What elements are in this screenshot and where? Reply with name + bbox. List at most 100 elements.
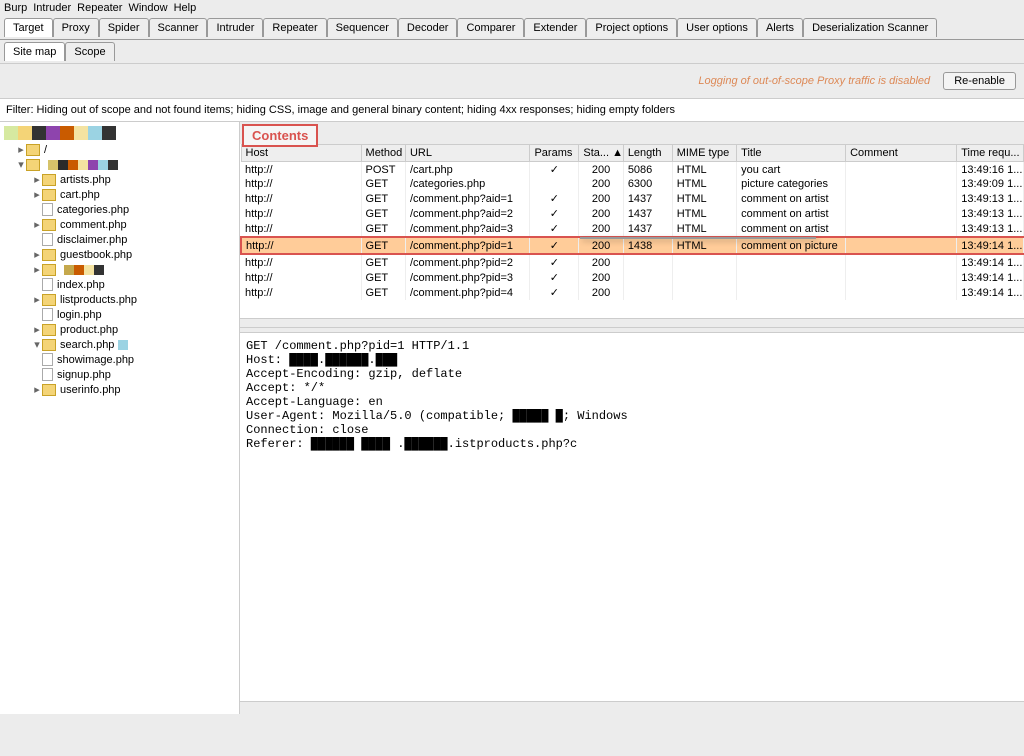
main-tab[interactable]: Deserialization Scanner (803, 18, 937, 37)
tree-item[interactable]: signup.php (0, 367, 239, 382)
tree-item[interactable]: ▾ (0, 157, 239, 172)
tree-item[interactable]: categories.php (0, 202, 239, 217)
column-header[interactable]: MIME type (672, 145, 736, 162)
tree-item[interactable]: login.php (0, 307, 239, 322)
folder-icon (26, 159, 40, 171)
main-tab[interactable]: Repeater (263, 18, 326, 37)
expand-arrow-icon[interactable]: ▸ (16, 143, 26, 156)
main-tab[interactable]: User options (677, 18, 757, 37)
expand-arrow-icon[interactable]: ▸ (32, 188, 42, 201)
main-tab[interactable]: Project options (586, 18, 677, 37)
main-tab[interactable]: Comparer (457, 18, 524, 37)
filter-row[interactable]: Filter: Hiding out of scope and not foun… (0, 99, 1024, 122)
main-tab[interactable]: Sequencer (327, 18, 398, 37)
folder-icon (26, 144, 40, 156)
sub-tab[interactable]: Scope (65, 42, 114, 61)
column-header[interactable]: Comment (846, 145, 957, 162)
tree-item[interactable]: ▸listproducts.php (0, 292, 239, 307)
main-tab[interactable]: Intruder (207, 18, 263, 37)
column-header[interactable]: Title (737, 145, 846, 162)
expand-arrow-icon[interactable]: ▸ (32, 173, 42, 186)
tree-item[interactable]: ▸ userinfo.php (0, 382, 239, 397)
expand-arrow-icon[interactable]: ▸ (32, 383, 42, 396)
tree-item[interactable]: ▸ cart.php (0, 187, 239, 202)
search-bar (240, 701, 1024, 714)
tree-label: cart.php (60, 189, 100, 201)
tree-label: artists.php (60, 174, 111, 186)
main-tab-row: TargetProxySpiderScannerIntruderRepeater… (0, 16, 1024, 40)
sub-tab[interactable]: Site map (4, 42, 65, 61)
context-menu (580, 237, 816, 239)
table-row[interactable]: http://GET/comment.php?aid=2✓2001437HTML… (241, 206, 1024, 221)
expand-arrow-icon[interactable]: ▸ (32, 248, 42, 261)
tree-item[interactable]: ▸ product.php (0, 322, 239, 337)
menu-item[interactable]: Intruder (33, 2, 71, 14)
tree-label: showimage.php (57, 354, 134, 366)
file-icon (42, 368, 53, 381)
file-icon (42, 278, 53, 291)
table-row[interactable]: http://GET/comment.php?pid=2✓20013:49:14… (241, 254, 1024, 270)
menu-item[interactable]: Burp (4, 2, 27, 14)
main-tab[interactable]: Decoder (398, 18, 458, 37)
column-header[interactable]: Method (361, 145, 405, 162)
column-header[interactable]: Sta... ▲ (579, 145, 623, 162)
column-header[interactable]: Host (241, 145, 361, 162)
tree-item[interactable]: disclaimer.php (0, 232, 239, 247)
tree-item[interactable]: ▸/ (0, 142, 239, 157)
column-header[interactable]: URL (405, 145, 529, 162)
request-raw-area[interactable]: GET /comment.php?pid=1 HTTP/1.1 Host: ██… (240, 333, 1024, 701)
redaction-bars (48, 160, 118, 170)
redaction-bars (118, 340, 128, 350)
folder-icon (42, 219, 56, 231)
table-row[interactable]: http://GET/comment.php?aid=1✓2001437HTML… (241, 191, 1024, 206)
tree-item[interactable]: showimage.php (0, 352, 239, 367)
expand-arrow-icon[interactable]: ▾ (32, 338, 42, 351)
table-row[interactable]: http://GET/comment.php?aid=3✓2001437HTML… (241, 221, 1024, 237)
table-row[interactable]: http://GET/comment.php?pid=1✓2001438HTML… (241, 237, 1024, 254)
tree-label: search.php (60, 339, 114, 351)
table-row[interactable]: http://POST/cart.php✓2005086HTMLyou cart… (241, 162, 1024, 178)
main-tab[interactable]: Spider (99, 18, 149, 37)
folder-icon (42, 249, 56, 261)
expand-arrow-icon[interactable]: ▸ (32, 218, 42, 231)
table-row[interactable]: http://GET/comment.php?pid=3✓20013:49:14… (241, 270, 1024, 285)
tree-color-bar (0, 124, 239, 142)
notice-message: Logging of out-of-scope Proxy traffic is… (698, 75, 930, 87)
tree-item[interactable]: ▸ artists.php (0, 172, 239, 187)
menu-item[interactable]: Repeater (77, 2, 122, 14)
expand-arrow-icon[interactable]: ▸ (32, 323, 42, 336)
tree-label: disclaimer.php (57, 234, 127, 246)
main-tab[interactable]: Proxy (53, 18, 99, 37)
contents-table[interactable]: HostMethodURLParamsSta... ▲LengthMIME ty… (240, 144, 1024, 300)
main-tab[interactable]: Alerts (757, 18, 803, 37)
file-icon (42, 203, 53, 216)
site-tree[interactable]: ▸/▾▸artists.php▸cart.phpcategories.php▸c… (0, 122, 240, 714)
main-tab[interactable]: Scanner (149, 18, 208, 37)
table-row[interactable]: http://GET/categories.php2006300HTMLpict… (241, 177, 1024, 191)
table-row[interactable]: http://GET/comment.php?pid=4✓20013:49:14… (241, 285, 1024, 300)
tree-item[interactable]: ▸ (0, 262, 239, 277)
tree-label: guestbook.php (60, 249, 132, 261)
tree-item[interactable]: ▸ guestbook.php (0, 247, 239, 262)
tree-label: userinfo.php (60, 384, 121, 396)
column-header[interactable]: Length (623, 145, 672, 162)
main-tab[interactable]: Extender (524, 18, 586, 37)
menu-item[interactable]: Help (174, 2, 197, 14)
notice-row: Logging of out-of-scope Proxy traffic is… (0, 64, 1024, 99)
expand-arrow-icon[interactable]: ▸ (32, 263, 42, 276)
tree-item[interactable]: index.php (0, 277, 239, 292)
menu-item[interactable]: Window (128, 2, 167, 14)
expand-arrow-icon[interactable]: ▸ (32, 293, 42, 306)
tree-label: product.php (60, 324, 118, 336)
tree-item[interactable]: ▾ search.php (0, 337, 239, 352)
tree-item[interactable]: ▸comment.php (0, 217, 239, 232)
expand-arrow-icon[interactable]: ▾ (16, 158, 26, 171)
folder-icon (42, 294, 56, 306)
folder-icon (42, 174, 56, 186)
contents-table-wrap: HostMethodURLParamsSta... ▲LengthMIME ty… (240, 144, 1024, 319)
main-tab[interactable]: Target (4, 18, 53, 37)
column-header[interactable]: Params (530, 145, 579, 162)
reenable-button[interactable]: Re-enable (943, 72, 1016, 90)
redaction-bars (64, 265, 104, 275)
column-header[interactable]: Time requ... (957, 145, 1024, 162)
